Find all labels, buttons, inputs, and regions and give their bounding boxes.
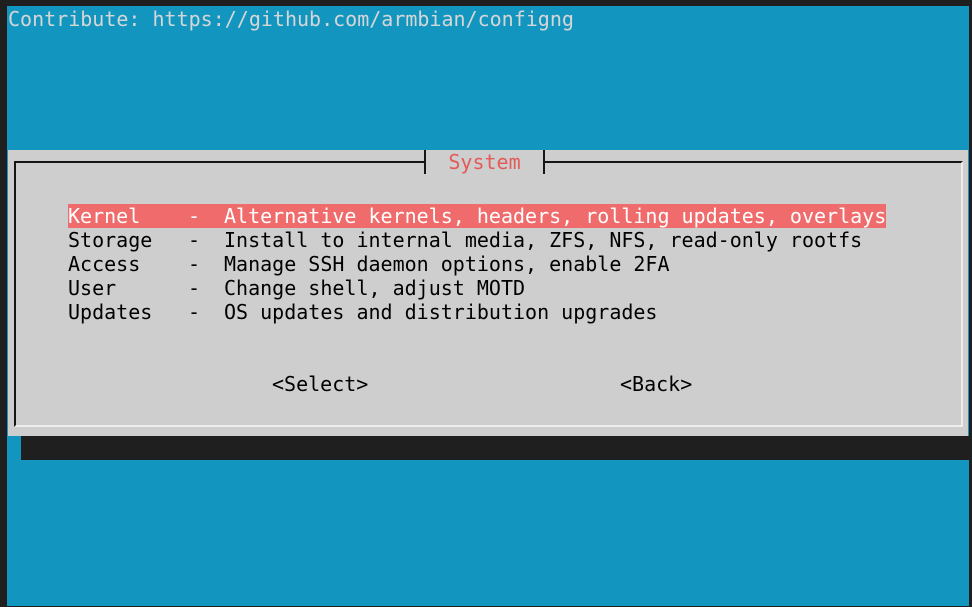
menu-item-description: Change shell, adjust MOTD (224, 276, 526, 300)
system-dialog: System Kernel - Alternative kernels, heade… (8, 150, 968, 436)
dialog-shadow (21, 436, 969, 460)
dialog-title: System (448, 150, 521, 174)
menu-item-separator: - (188, 204, 201, 228)
menu-item-name: Kernel (68, 204, 141, 228)
menu-item-separator: - (188, 300, 201, 324)
menu-item-access[interactable]: Access - Manage SSH daemon options, enable… (68, 252, 886, 276)
select-button[interactable]: <Select> (272, 372, 368, 396)
dialog-title-box: System (424, 150, 545, 174)
menu-item-description: Alternative kernels, headers, rolling up… (224, 204, 887, 228)
menu-item-description: OS updates and distribution upgrades (224, 300, 658, 324)
menu-item-user[interactable]: User - Change shell, adjust MOTD (68, 276, 886, 300)
menu-item-name: Storage (68, 228, 153, 252)
button-bar: <Select> <Back> (8, 372, 968, 396)
menu-item-name: Access (68, 252, 141, 276)
menu-list: Kernel - Alternative kernels, headers, rol… (68, 204, 887, 324)
menu-item-storage[interactable]: Storage - Install to internal media, ZFS, … (68, 228, 886, 252)
back-button[interactable]: <Back> (620, 372, 692, 396)
menu-item-separator: - (188, 252, 201, 276)
menu-item-kernel[interactable]: Kernel - Alternative kernels, headers, rol… (68, 204, 887, 228)
menu-item-updates[interactable]: Updates - OS updates and distribution upgr… (68, 300, 886, 324)
backtitle: Contribute: https://github.com/armbian/c… (8, 7, 574, 31)
menu-item-separator: - (188, 276, 201, 300)
menu-item-description: Install to internal media, ZFS, NFS, rea… (224, 228, 863, 252)
terminal-screen: Contribute: https://github.com/armbian/c… (7, 6, 969, 606)
menu-item-separator: - (188, 228, 201, 252)
menu-item-description: Manage SSH daemon options, enable 2FA (224, 252, 670, 276)
menu-item-name: Updates (68, 300, 153, 324)
menu-item-name: User (68, 276, 117, 300)
